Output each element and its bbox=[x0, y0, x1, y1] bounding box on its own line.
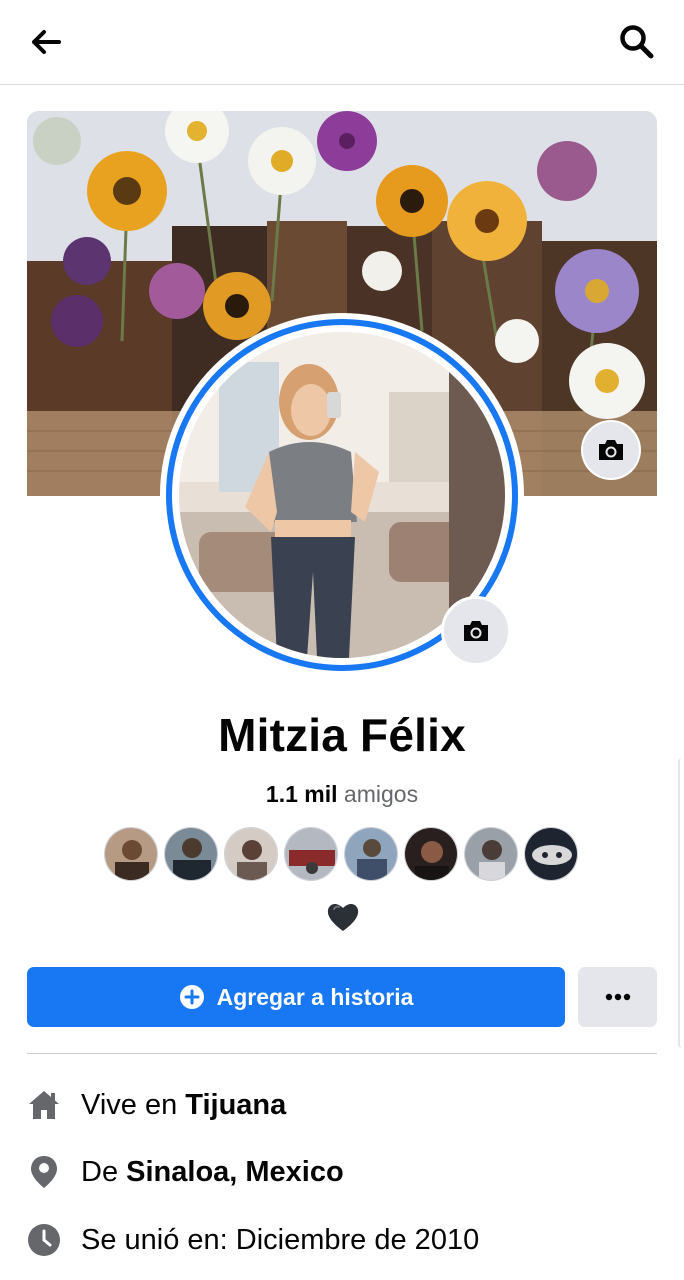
detail-lives-prefix: Vive en bbox=[81, 1088, 186, 1121]
black-heart-emoji bbox=[327, 903, 359, 931]
friends-count[interactable]: 1.1 mil amigos bbox=[0, 781, 684, 808]
more-options-button[interactable] bbox=[578, 967, 657, 1027]
detail-lives-city: Tijuana bbox=[185, 1088, 287, 1121]
back-button[interactable] bbox=[22, 22, 70, 62]
clock-icon bbox=[27, 1223, 61, 1257]
section-divider bbox=[27, 1053, 657, 1054]
arrow-left-icon bbox=[32, 30, 61, 54]
add-to-story-label: Agregar a historia bbox=[216, 983, 414, 1010]
friend-avatar[interactable] bbox=[284, 827, 338, 881]
detail-from-place: Sinaloa, Mexico bbox=[126, 1155, 344, 1188]
friend-avatar[interactable] bbox=[224, 827, 278, 881]
detail-joined: Se unió en: Diciembre de 2010 bbox=[27, 1218, 667, 1262]
plus-circle-icon bbox=[179, 985, 204, 1009]
profile-name: Mitzia Félix bbox=[218, 709, 466, 761]
friend-avatar[interactable] bbox=[524, 827, 578, 881]
scroll-edge bbox=[678, 758, 684, 1048]
friend-avatar[interactable] bbox=[404, 827, 458, 881]
search-icon bbox=[620, 25, 654, 59]
top-bar bbox=[0, 0, 684, 85]
detail-joined-text: Se unió en: Diciembre de 2010 bbox=[81, 1223, 480, 1256]
location-pin-icon bbox=[27, 1155, 61, 1189]
home-icon bbox=[27, 1088, 61, 1122]
detail-from-prefix: De bbox=[81, 1155, 127, 1188]
edit-cover-button[interactable] bbox=[583, 422, 639, 478]
friend-avatar[interactable] bbox=[164, 827, 218, 881]
friend-avatar[interactable] bbox=[344, 827, 398, 881]
more-dots-icon bbox=[605, 993, 630, 1001]
friends-count-label: amigos bbox=[343, 781, 419, 807]
edit-profile-picture-button[interactable] bbox=[441, 596, 511, 666]
friend-avatars bbox=[104, 827, 578, 883]
friends-count-value: 1.1 mil bbox=[265, 781, 338, 807]
search-button[interactable] bbox=[612, 18, 662, 66]
camera-icon bbox=[599, 440, 623, 460]
add-to-story-button[interactable]: Agregar a historia bbox=[27, 967, 565, 1027]
detail-from: De Sinaloa, Mexico bbox=[27, 1150, 667, 1194]
detail-lives-in: Vive en Tijuana bbox=[27, 1083, 667, 1127]
friend-avatar[interactable] bbox=[464, 827, 518, 881]
friend-avatar[interactable] bbox=[104, 827, 158, 881]
camera-icon bbox=[464, 621, 488, 641]
